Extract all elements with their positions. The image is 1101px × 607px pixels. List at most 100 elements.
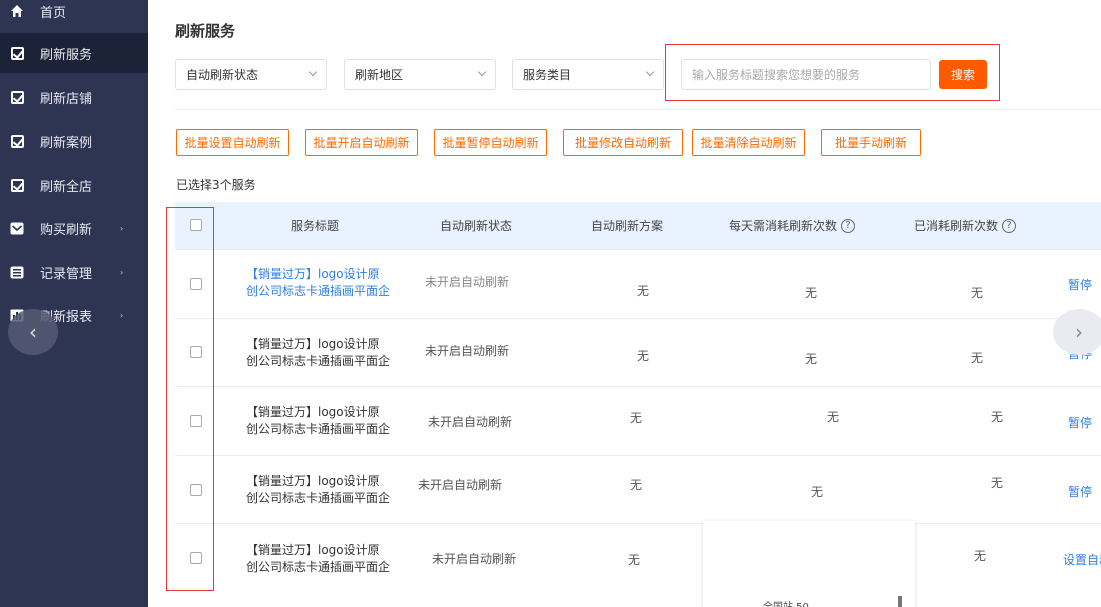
row-divider [175,318,1101,319]
select-value: 刷新地区 [355,68,404,82]
sidebar: 首页 刷新服务 刷新店铺 刷新案例 刷新全店 购买刷新 › 记录管理 › 刷新报… [0,0,148,607]
pause-link[interactable]: 暂停 [1068,483,1092,500]
next-page-button[interactable]: › [1053,309,1101,355]
service-title[interactable]: 【销量过万】logo设计原 创公司标志卡通插画平面企 [246,542,390,576]
title-line: 创公司标志卡通插画平面企 [246,491,391,505]
service-title-link[interactable]: 【销量过万】logo设计原 创公司标志卡通插画平面企 [246,266,390,300]
batch-pause-auto-refresh-button[interactable]: 批量暂停自动刷新 [434,129,547,156]
row-divider [175,249,1101,250]
batch-manual-refresh-button[interactable]: 批量手动刷新 [821,129,921,156]
used-cell: 无 [971,286,984,300]
sidebar-item-refresh-service[interactable]: 刷新服务 [0,33,148,73]
chevron-down-icon [477,67,487,77]
batch-modify-auto-refresh-button[interactable]: 批量修改自动刷新 [563,129,683,156]
row-divider [175,386,1101,387]
selected-count: 已选择3个服务 [176,178,256,192]
plan-cell: 无 [628,553,641,567]
title-line: 【销量过万】logo设计原 [246,405,380,419]
used-cell: 无 [991,476,1004,490]
checkbox-icon [10,134,24,148]
chevron-down-icon [308,67,318,77]
batch-enable-auto-refresh-button[interactable]: 批量开启自动刷新 [305,129,418,156]
plan-cell: 无 [630,411,643,425]
chevron-left-icon: ‹ [29,320,37,344]
chevron-right-icon: › [120,267,124,277]
sidebar-item-refresh-case[interactable]: 刷新案例 [0,121,148,161]
plan-cell: 无 [637,284,650,298]
divider [175,109,1101,110]
plan-cell: 无 [637,349,650,363]
column-header-daily: 每天需消耗刷新次数 ? [729,202,856,249]
checkbox-icon [10,90,24,104]
daily-cell: 无 [811,485,824,499]
chevron-right-icon: › [1075,320,1083,344]
search-button[interactable]: 搜索 [939,60,987,89]
column-header-status: 自动刷新状态 [440,219,513,233]
column-header-label: 已消耗刷新次数 [914,219,999,233]
mail-icon [10,221,24,235]
sidebar-item-label: 首页 [40,5,67,21]
checkbox-highlight-box [166,207,214,591]
sidebar-item-label: 购买刷新 [40,222,93,238]
sidebar-item-home[interactable]: 首页 [0,0,148,31]
chevron-right-icon: › [120,223,124,233]
row-divider [175,523,1101,524]
collapse-sidebar-button[interactable]: ‹ [8,309,58,355]
column-header-label: 每天需消耗刷新次数 [729,219,838,233]
sidebar-item-label: 刷新全店 [40,179,93,195]
status-cell: 未开启自动刷新 [425,344,510,358]
title-line: 【销量过万】logo设计原 [246,474,380,488]
search-input[interactable] [681,59,931,90]
pause-link[interactable]: 暂停 [1068,276,1092,293]
sidebar-item-label: 刷新店铺 [40,91,93,107]
sidebar-item-refresh-shop[interactable]: 刷新店铺 [0,77,148,117]
popover-scrollbar[interactable] [898,596,902,607]
title-line: 创公司标志卡通插画平面企 [246,422,391,436]
sidebar-item-refresh-all-shop[interactable]: 刷新全店 [0,165,148,205]
page-title: 刷新服务 [175,22,236,40]
sidebar-item-label: 记录管理 [40,266,93,282]
service-title[interactable]: 【销量过万】logo设计原 创公司标志卡通插画平面企 [246,336,390,370]
popover-option[interactable]: 全国站 50 [763,598,809,607]
select-value: 服务类目 [523,68,572,82]
chevron-down-icon [645,67,655,77]
sidebar-item-buy-refresh[interactable]: 购买刷新 › [0,208,148,248]
title-line: 【销量过万】logo设计原 [246,337,380,351]
daily-cell: 无 [805,286,818,300]
select-value: 自动刷新状态 [186,68,259,82]
column-header-used: 已消耗刷新次数 ? [914,202,1017,249]
list-icon [10,265,24,279]
used-cell: 无 [971,351,984,365]
service-title[interactable]: 【销量过万】logo设计原 创公司标志卡通插画平面企 [246,473,390,507]
title-line: 创公司标志卡通插画平面企 [246,354,391,368]
refresh-region-select[interactable]: 刷新地区 [344,59,496,90]
sidebar-item-label: 刷新案例 [40,135,93,151]
service-category-select[interactable]: 服务类目 [512,59,664,90]
service-title[interactable]: 【销量过万】logo设计原 创公司标志卡通插画平面企 [246,404,390,438]
daily-cell: 无 [805,352,818,366]
batch-set-auto-refresh-button[interactable]: 批量设置自动刷新 [176,129,289,156]
chevron-right-icon: › [120,310,124,320]
help-icon[interactable]: ? [1002,218,1017,233]
main-content: 刷新服务 自动刷新状态 刷新地区 服务类目 搜索 批量设置自动刷新 批量开启自动… [160,0,1101,607]
help-icon[interactable]: ? [841,218,856,233]
sidebar-item-label: 刷新服务 [40,47,93,63]
pause-link[interactable]: 暂停 [1068,414,1092,431]
used-cell: 无 [991,410,1004,424]
title-line: 【销量过万】logo设计原 [246,267,380,281]
title-line: 创公司标志卡通插画平面企 [246,560,391,574]
auto-refresh-status-select[interactable]: 自动刷新状态 [175,59,327,90]
column-header-plan: 自动刷新方案 [591,219,664,233]
status-cell: 未开启自动刷新 [428,415,513,429]
home-icon [10,4,24,18]
plan-cell: 无 [630,478,643,492]
status-cell: 未开启自动刷新 [418,478,503,492]
used-cell: 无 [974,549,987,563]
status-cell: 未开启自动刷新 [425,275,510,289]
sidebar-item-records[interactable]: 记录管理 › [0,252,148,292]
checkbox-icon [10,178,24,192]
batch-clear-auto-refresh-button[interactable]: 批量清除自动刷新 [692,129,805,156]
column-header-title: 服务标题 [291,219,340,233]
daily-cell: 无 [827,410,840,424]
set-auto-refresh-link[interactable]: 设置自动 [1063,551,1101,568]
